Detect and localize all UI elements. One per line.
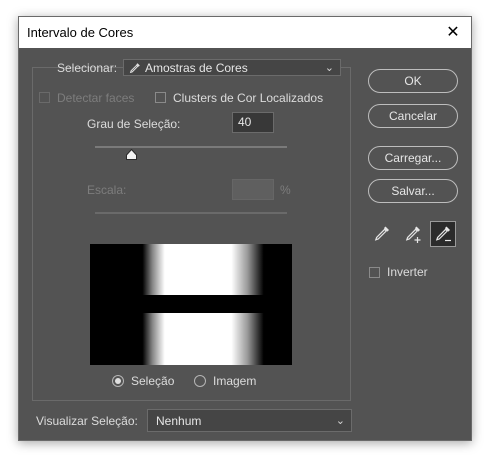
- subtract-from-sample-tool[interactable]: [430, 221, 456, 247]
- localized-clusters-checkbox[interactable]: [155, 92, 166, 103]
- range-unit: %: [280, 183, 291, 197]
- selection-preview-image: [90, 244, 292, 365]
- detect-faces-checkbox[interactable]: [39, 92, 50, 103]
- selection-preview-value: Nenhum: [156, 414, 202, 428]
- range-slider-track[interactable]: [95, 212, 287, 214]
- invert-checkbox[interactable]: [369, 267, 380, 278]
- subtract-from-sample-eyedropper-icon: [435, 226, 451, 242]
- fuzziness-input[interactable]: 40: [232, 112, 274, 133]
- chevron-down-icon: ⌄: [335, 415, 345, 427]
- fuzziness-slider-handle[interactable]: [126, 149, 137, 160]
- chevron-down-icon: ⌄: [324, 62, 334, 74]
- localized-clusters-label: Clusters de Cor Localizados: [173, 91, 324, 105]
- detect-faces-label: Detectar faces: [57, 91, 135, 105]
- selection-preview-label: Visualizar Seleção:: [36, 414, 138, 428]
- selection-radio-label: Seleção: [131, 374, 175, 388]
- invert-label: Inverter: [387, 265, 428, 279]
- eyedropper-icon: [129, 63, 140, 74]
- select-dropdown[interactable]: Amostras de Cores ⌄: [123, 59, 341, 76]
- select-value: Amostras de Cores: [145, 61, 248, 75]
- color-range-dialog: Intervalo de Cores ✕ Selecionar: Amostra…: [18, 16, 472, 441]
- load-button[interactable]: Carregar...: [368, 146, 458, 170]
- range-label: Escala:: [87, 183, 127, 197]
- image-radio-label: Imagem: [213, 374, 257, 388]
- add-to-sample-tool[interactable]: [400, 221, 426, 247]
- add-to-sample-eyedropper-icon: [405, 226, 421, 243]
- range-input[interactable]: [232, 179, 274, 200]
- eyedropper-icon: [374, 226, 389, 241]
- image-radio[interactable]: [194, 375, 206, 387]
- save-button[interactable]: Salvar...: [368, 179, 458, 203]
- fuzziness-label: Grau de Seleção:: [87, 117, 181, 131]
- title-bar: Intervalo de Cores ✕: [19, 17, 471, 48]
- selection-preview-dropdown[interactable]: Nenhum ⌄: [147, 409, 352, 432]
- eyedropper-tool[interactable]: [369, 221, 395, 247]
- dialog-title: Intervalo de Cores: [27, 25, 134, 40]
- fuzziness-slider-track[interactable]: [95, 146, 287, 148]
- close-icon[interactable]: ✕: [435, 17, 471, 48]
- selection-radio[interactable]: [112, 375, 124, 387]
- cancel-button[interactable]: Cancelar: [368, 104, 458, 128]
- ok-button[interactable]: OK: [368, 69, 458, 93]
- select-label: Selecionar:: [57, 61, 118, 75]
